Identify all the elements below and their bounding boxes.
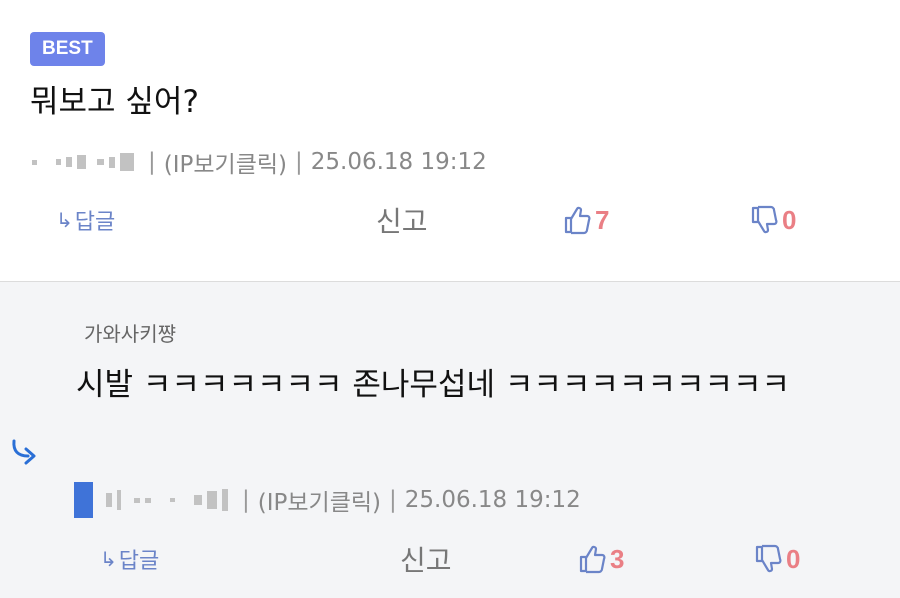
reply-target-author: 가와사키쨩 <box>84 322 176 346</box>
reply-label: 답글 <box>74 210 116 235</box>
thumbs-down-icon <box>754 544 782 574</box>
meta-separator: | <box>148 149 156 175</box>
comment-timestamp: 25.06.18 19:12 <box>404 487 581 513</box>
ip-view-link[interactable]: (IP보기클릭) <box>164 145 287 179</box>
comment-actions: ↳ 답글 신고 7 0 <box>0 200 900 240</box>
dislike-button[interactable]: 0 <box>750 200 796 240</box>
reply-indicator-icon <box>10 439 42 469</box>
report-button[interactable]: 신고 <box>376 200 428 240</box>
report-label: 신고 <box>376 205 428 238</box>
ip-view-link[interactable]: (IP보기클릭) <box>258 483 381 517</box>
comment-text: 시발 ㅋㅋㅋㅋㅋㅋㅋ 존나무섭네 ㅋㅋㅋㅋㅋㅋㅋㅋㅋㅋ <box>76 367 791 403</box>
author-mosaic[interactable] <box>74 482 228 518</box>
dislike-count: 0 <box>786 543 801 574</box>
comment-meta: | (IP보기클릭) | 25.06.18 19:12 <box>32 145 487 179</box>
thumbs-up-icon <box>563 205 591 235</box>
meta-separator: | <box>242 487 250 513</box>
reply-button[interactable]: ↳ 답글 <box>100 539 159 579</box>
like-button[interactable]: 7 <box>563 200 609 240</box>
report-button[interactable]: 신고 <box>400 539 452 579</box>
meta-separator: | <box>389 487 397 513</box>
comment-timestamp: 25.06.18 19:12 <box>310 149 487 175</box>
best-badge: BEST <box>30 32 105 66</box>
thumbs-up-icon <box>578 544 606 574</box>
dislike-count: 0 <box>782 204 797 235</box>
like-count: 3 <box>610 543 625 574</box>
reply-arrow-icon: ↳ <box>56 208 73 232</box>
report-label: 신고 <box>400 544 452 577</box>
dislike-button[interactable]: 0 <box>754 539 800 579</box>
meta-separator: | <box>295 149 303 175</box>
reply-arrow-icon: ↳ <box>100 547 117 571</box>
reply-label: 답글 <box>118 549 160 574</box>
thumbs-down-icon <box>750 205 778 235</box>
comment-best: BEST 뭐보고 싶어? | (IP보기클릭) | 25.06.18 19:12… <box>0 0 900 282</box>
like-button[interactable]: 3 <box>578 539 624 579</box>
comment-reply: 가와사키쨩 시발 ㅋㅋㅋㅋㅋㅋㅋ 존나무섭네 ㅋㅋㅋㅋㅋㅋㅋㅋㅋㅋ | (IP보… <box>0 282 900 598</box>
like-count: 7 <box>595 204 610 235</box>
author-mosaic[interactable] <box>32 153 134 171</box>
reply-button[interactable]: ↳ 답글 <box>56 200 115 240</box>
comment-text: 뭐보고 싶어? <box>30 84 199 120</box>
comment-actions: ↳ 답글 신고 3 0 <box>0 539 900 579</box>
comment-meta: | (IP보기클릭) | 25.06.18 19:12 <box>74 482 581 518</box>
